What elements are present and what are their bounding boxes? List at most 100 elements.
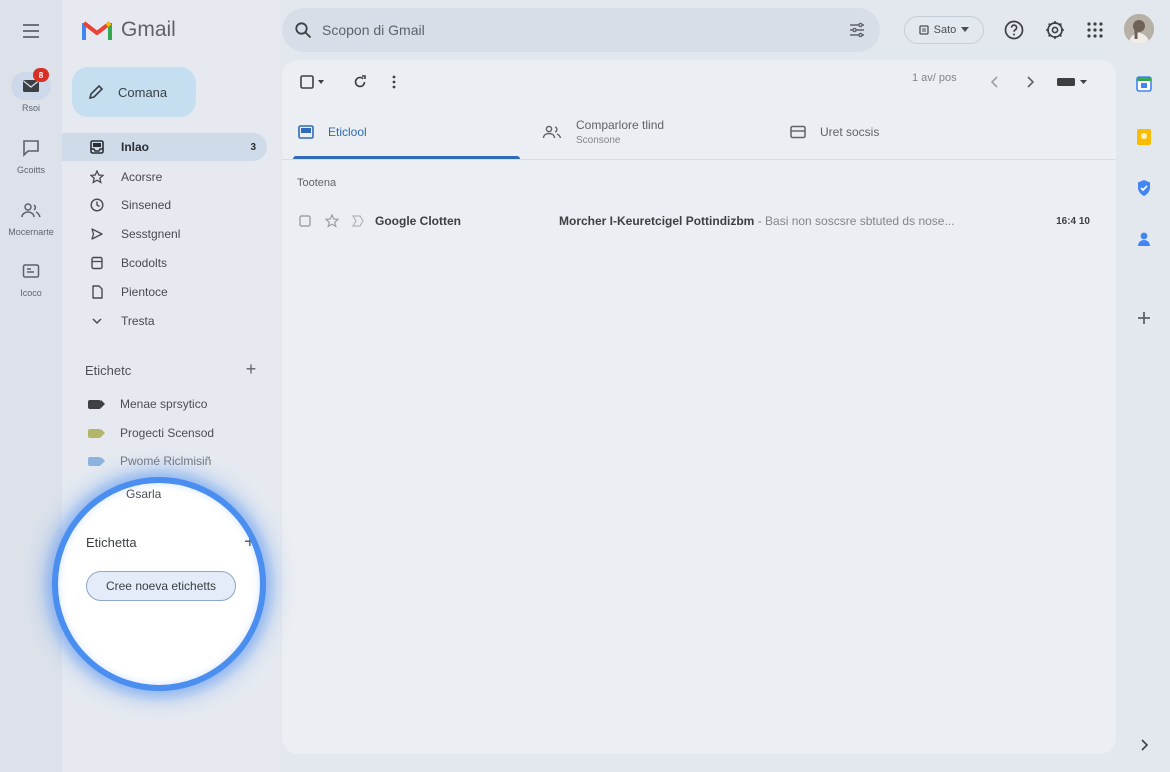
nav-label: Bcodolts [121, 256, 168, 270]
search-input[interactable] [322, 22, 802, 38]
side-panel [1124, 60, 1164, 772]
star-icon[interactable] [325, 214, 339, 228]
caret-down-icon [961, 27, 970, 32]
search-options-icon[interactable] [848, 21, 866, 39]
pagination-text: 1 av/ pos [912, 72, 957, 84]
apps-grid-icon[interactable] [1081, 16, 1109, 44]
label-name: Pwomé Riclmisiñ [120, 454, 212, 468]
rail-item-meet[interactable]: Mocernarte [4, 196, 58, 237]
active-tab-indicator [293, 156, 520, 159]
nav-snoozed[interactable]: Sinsened [62, 191, 267, 219]
main-menu-icon[interactable] [17, 17, 45, 45]
nav-documents[interactable]: Pientoce [62, 278, 267, 306]
label-name: Progecti Scensod [120, 426, 215, 440]
tab-divider [282, 159, 1116, 160]
rail-item-spaces[interactable]: Icoco [4, 257, 58, 298]
clock-icon [89, 197, 105, 213]
compose-button[interactable]: Comana [72, 67, 196, 117]
row-time: 16:4 10 [1056, 215, 1090, 227]
send-icon [89, 226, 105, 242]
chevron-left-icon[interactable] [985, 70, 1005, 94]
refresh-icon[interactable] [348, 70, 372, 94]
select-all-checkbox[interactable] [296, 70, 330, 94]
row-subject: Morcher I-Keuretcigel Pottindizbm - Basi… [559, 214, 954, 228]
status-icon [919, 25, 929, 35]
search-bar[interactable] [282, 8, 880, 52]
profile-photo-icon [1124, 14, 1154, 44]
label-name: Menae sprsytico [120, 397, 208, 411]
status-label: Sato [933, 24, 957, 36]
contacts-icon[interactable] [1134, 229, 1154, 249]
gmail-logo[interactable]: Gmail [82, 14, 176, 46]
star-icon [89, 169, 105, 185]
tab-subtitle: Sconsone [576, 135, 621, 146]
nav-label: Sinsened [121, 198, 172, 212]
lens-section-title: Etichetta [86, 535, 137, 550]
add-label-icon[interactable]: + [241, 359, 261, 380]
expand-panel-icon[interactable] [1134, 735, 1154, 755]
label-tag-icon [88, 456, 105, 466]
avatar[interactable] [1124, 14, 1154, 44]
nav-starred[interactable]: Acorsre [62, 163, 267, 191]
draft-icon [89, 255, 105, 271]
section-header-today: Tootena [297, 177, 337, 189]
nav-label: Pientoce [121, 285, 168, 299]
row-sender: Google Clotten [375, 214, 461, 228]
label-name: Gsarla [126, 487, 162, 501]
tab-social[interactable]: Comparlore tlind Sconsone [542, 106, 664, 158]
status-selector[interactable]: Sato [904, 16, 984, 44]
row-subject-text: Morcher I-Keuretcigel Pottindizbm [559, 214, 755, 228]
important-marker-icon[interactable] [351, 214, 365, 228]
labels-section-title: Etichetc [85, 363, 132, 378]
table-row[interactable]: Google Clotten Morcher I-Keuretcigel Pot… [282, 205, 1116, 237]
input-tools-icon[interactable] [1054, 70, 1090, 94]
chevron-right-icon[interactable] [1020, 70, 1040, 94]
rail-label: Rsoi [21, 103, 40, 113]
chat-icon [23, 140, 39, 157]
rail-label: Gcoitts [16, 165, 45, 175]
app-name: Gmail [121, 18, 176, 41]
label-item[interactable]: Menae sprsytico [88, 393, 207, 415]
nav-sent[interactable]: Sesstgnenl [62, 220, 267, 248]
compose-label: Comana [118, 84, 168, 100]
tasks-icon[interactable] [1134, 178, 1154, 198]
nav-label: Acorsre [121, 170, 163, 184]
category-tabs: Eticlool Comparlore tlind Sconsone Uret … [282, 106, 1116, 160]
add-label-icon[interactable]: + [244, 531, 256, 554]
nav-inbox[interactable]: Inlao 3 [62, 133, 267, 161]
label-tag-icon [88, 428, 105, 438]
navigation-rail [0, 0, 62, 772]
tab-title: Comparlore tlind [576, 118, 665, 132]
settings-icon[interactable] [1041, 16, 1069, 44]
unread-badge: 8 [33, 68, 49, 82]
row-snippet: - Basi non soscsre sbtuted ds nose... [754, 214, 955, 228]
rail-label: Icoco [20, 288, 42, 298]
gmail-m-icon [82, 21, 112, 40]
keep-icon[interactable] [1134, 127, 1154, 147]
nav-label: Sesstgnenl [121, 227, 181, 241]
inbox-icon [89, 139, 105, 155]
create-new-label-button[interactable]: Cree noeva etichetts [86, 571, 236, 601]
magnifier-lens: Gsarla Etichetta + Cree noeva etichetts [52, 477, 266, 691]
nav-more[interactable]: Tresta [62, 307, 267, 335]
search-icon[interactable] [294, 21, 312, 39]
tab-title: Uret socsis [820, 125, 880, 139]
rail-label: Mocernarte [8, 227, 54, 237]
rail-item-mail[interactable]: 8 Rsoi [4, 68, 58, 113]
calendar-icon[interactable] [1134, 74, 1154, 94]
help-icon[interactable] [1000, 16, 1028, 44]
label-tag-icon [88, 399, 105, 409]
rail-item-chat[interactable]: Gcoitts [4, 134, 58, 175]
tab-title: Eticlool [328, 125, 367, 139]
tab-primary[interactable]: Eticlool [298, 106, 367, 158]
mail-list-panel [282, 60, 1116, 754]
row-checkbox[interactable] [299, 215, 311, 227]
add-addon-icon[interactable] [1134, 308, 1154, 328]
document-icon [89, 284, 105, 300]
nav-count: 3 [250, 141, 256, 153]
label-item[interactable]: Progecti Scensod [88, 422, 214, 444]
more-options-icon[interactable] [384, 70, 404, 94]
tab-promotions[interactable]: Uret socsis [790, 106, 879, 158]
nav-drafts[interactable]: Bcodolts [62, 249, 267, 277]
nav-label: Tresta [121, 314, 155, 328]
